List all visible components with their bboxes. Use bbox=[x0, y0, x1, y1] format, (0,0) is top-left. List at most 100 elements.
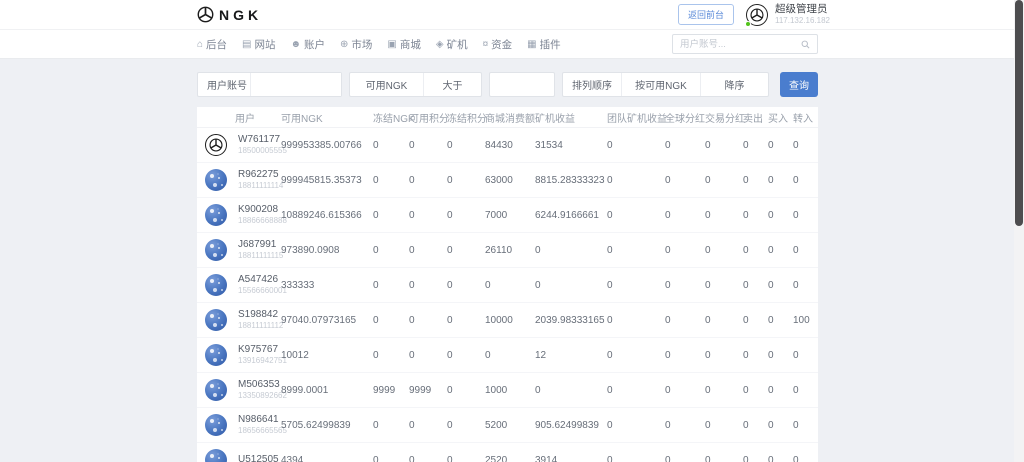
cell-转入: 0 bbox=[793, 385, 818, 396]
cell-卖出: 0 bbox=[743, 420, 768, 431]
cell-可用NGK: 999945815.35373 bbox=[281, 175, 373, 186]
user-cell: S198842 18811111112 bbox=[197, 308, 281, 332]
username: S198842 bbox=[238, 308, 283, 322]
user-phone: 13350892662 bbox=[238, 391, 287, 402]
cell-转入: 0 bbox=[793, 280, 818, 291]
cell-冻结积分: 0 bbox=[447, 385, 485, 396]
cell-转入: 0 bbox=[793, 245, 818, 256]
column-header-2: 冻结NGK bbox=[373, 110, 409, 125]
order-label: 排列顺序 bbox=[563, 73, 621, 96]
miner-icon: ◈ bbox=[436, 39, 444, 50]
column-header-7: 团队矿机收益 bbox=[607, 110, 665, 125]
scrollbar-thumb[interactable] bbox=[1015, 0, 1023, 226]
cell-冻结NGK: 0 bbox=[373, 315, 409, 326]
ngk-logo: NGK bbox=[197, 6, 262, 23]
globe-avatar bbox=[205, 274, 227, 296]
cell-买入: 0 bbox=[768, 455, 793, 462]
query-button[interactable]: 查询 bbox=[780, 72, 818, 97]
nav-item-account[interactable]: ☻账户 bbox=[291, 37, 326, 52]
cell-交易分红: 0 bbox=[705, 315, 743, 326]
nav-item-label: 市场 bbox=[351, 37, 372, 52]
cell-全球分红: 0 bbox=[665, 210, 705, 221]
nav-item-plugin[interactable]: ▦插件 bbox=[527, 37, 560, 52]
cell-冻结NGK: 0 bbox=[373, 350, 409, 361]
back-to-front-button[interactable]: 返回前台 bbox=[678, 4, 734, 25]
table-row[interactable]: M506353 13350892662 8999.000199999999010… bbox=[197, 373, 818, 408]
table-row[interactable]: R962275 18811111114 999945815.3537300063… bbox=[197, 163, 818, 198]
nav-item-mall[interactable]: ▣商城 bbox=[387, 37, 420, 52]
cell-全球分红: 0 bbox=[665, 245, 705, 256]
cell-卖出: 0 bbox=[743, 210, 768, 221]
username: K975767 bbox=[238, 343, 287, 357]
value-input[interactable] bbox=[489, 72, 555, 97]
plugin-icon: ▦ bbox=[527, 39, 536, 50]
nav-item-funds[interactable]: ¤资金 bbox=[483, 37, 513, 52]
account-input[interactable] bbox=[250, 73, 341, 96]
cell-可用NGK: 10012 bbox=[281, 350, 373, 361]
cell-团队矿机收益: 0 bbox=[607, 350, 665, 361]
account-filter-group: 用户账号 bbox=[197, 72, 342, 97]
operator-select[interactable]: 大于 bbox=[423, 73, 481, 96]
table-row[interactable]: K975767 13916942751 10012000012000000 bbox=[197, 338, 818, 373]
ngk-logo-icon bbox=[197, 6, 214, 23]
nav-search-input[interactable] bbox=[680, 39, 801, 50]
cell-团队矿机收益: 0 bbox=[607, 420, 665, 431]
vertical-scrollbar[interactable] bbox=[1014, 0, 1024, 462]
nav-item-miner[interactable]: ◈矿机 bbox=[436, 37, 468, 52]
admin-profile[interactable]: 超级管理员 117.132.16.182 bbox=[746, 3, 830, 26]
cell-卖出: 0 bbox=[743, 245, 768, 256]
search-icon bbox=[801, 40, 810, 49]
cell-全球分红: 0 bbox=[665, 420, 705, 431]
table-row[interactable]: U512505 439400025203914000000 bbox=[197, 443, 818, 462]
table-row[interactable]: A547426 15566660001 33333300000000000 bbox=[197, 268, 818, 303]
table-row[interactable]: K900208 18866668888 10889246.61536600070… bbox=[197, 198, 818, 233]
nav-item-site[interactable]: ▤网站 bbox=[242, 37, 275, 52]
column-header-0: 用户 bbox=[197, 110, 281, 125]
cell-卖出: 0 bbox=[743, 455, 768, 462]
cell-商城消费额: 7000 bbox=[485, 210, 535, 221]
globe-avatar bbox=[205, 449, 227, 462]
column-header-5: 商城消费额 bbox=[485, 110, 535, 125]
cell-买入: 0 bbox=[768, 245, 793, 256]
cell-矿机收益: 0 bbox=[535, 385, 607, 396]
column-header-10: 卖出 bbox=[743, 110, 768, 125]
order-direction-select[interactable]: 降序 bbox=[700, 73, 768, 96]
field-select[interactable]: 可用NGK bbox=[350, 73, 423, 96]
cell-矿机收益: 2039.98333165 bbox=[535, 315, 607, 326]
account-icon: ☻ bbox=[291, 39, 302, 50]
cell-商城消费额: 0 bbox=[485, 280, 535, 291]
cell-团队矿机收益: 0 bbox=[607, 455, 665, 462]
table-row[interactable]: J687991 18811111115 973890.0908000261100… bbox=[197, 233, 818, 268]
globe-avatar bbox=[205, 169, 227, 191]
cell-可用NGK: 97040.07973165 bbox=[281, 315, 373, 326]
user-phone: 18811111115 bbox=[238, 251, 283, 262]
nav-item-label: 矿机 bbox=[447, 37, 468, 52]
order-field-select[interactable]: 按可用NGK bbox=[621, 73, 700, 96]
globe-avatar bbox=[205, 309, 227, 331]
nav-item-market[interactable]: ⊕市场 bbox=[340, 37, 372, 52]
username: U512505 bbox=[238, 453, 279, 462]
filter-bar: 用户账号 可用NGK 大于 排列顺序 按可用NGK 降序 查询 bbox=[197, 72, 818, 97]
column-header-12: 转入 bbox=[793, 110, 818, 125]
nav-item-home[interactable]: ⌂后台 bbox=[197, 37, 227, 52]
cell-转入: 0 bbox=[793, 175, 818, 186]
cell-可用NGK: 973890.0908 bbox=[281, 245, 373, 256]
cell-转入: 0 bbox=[793, 420, 818, 431]
cell-矿机收益: 905.62499839 bbox=[535, 420, 607, 431]
cell-买入: 0 bbox=[768, 210, 793, 221]
nav-items: ⌂后台 ▤网站 ☻账户 ⊕市场 ▣商城 ◈矿机 ¤资金 ▦插件 bbox=[197, 37, 576, 52]
cell-商城消费额: 5200 bbox=[485, 420, 535, 431]
cell-买入: 0 bbox=[768, 420, 793, 431]
table-row[interactable]: S198842 18811111112 97040.07973165000100… bbox=[197, 303, 818, 338]
table-row[interactable]: N986641 18656665565 5705.624998390005200… bbox=[197, 408, 818, 443]
nav-search-box[interactable] bbox=[672, 34, 818, 54]
cell-可用积分: 0 bbox=[409, 315, 447, 326]
cell-商城消费额: 63000 bbox=[485, 175, 535, 186]
cell-团队矿机收益: 0 bbox=[607, 385, 665, 396]
cell-买入: 0 bbox=[768, 280, 793, 291]
cell-全球分红: 0 bbox=[665, 175, 705, 186]
cell-矿机收益: 12 bbox=[535, 350, 607, 361]
column-header-9: 交易分红 bbox=[705, 110, 743, 125]
mall-icon: ▣ bbox=[387, 39, 396, 50]
table-row[interactable]: W761177 18500005555 999953385.0076600084… bbox=[197, 128, 818, 163]
